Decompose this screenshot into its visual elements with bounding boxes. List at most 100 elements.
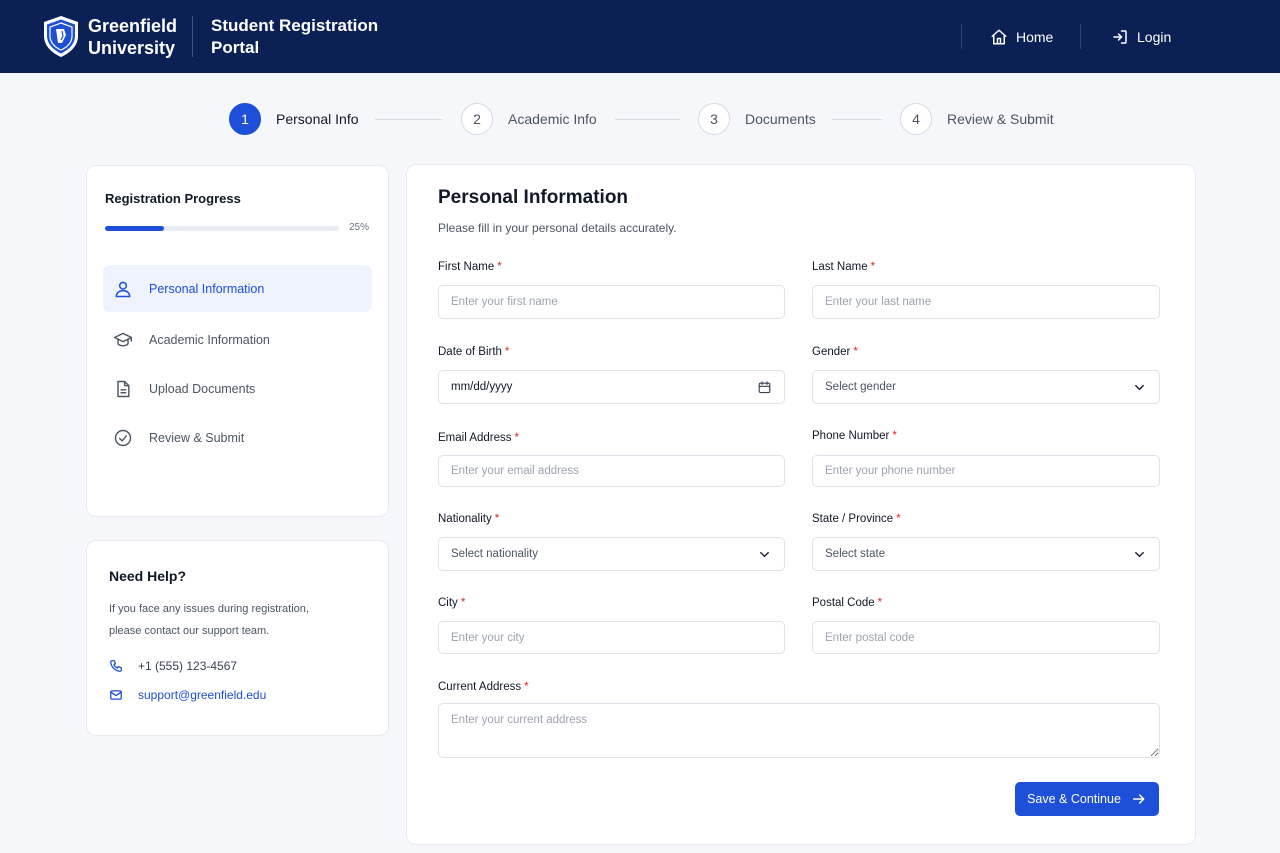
step-label: Academic Info bbox=[508, 111, 597, 127]
top-header: Greenfield University Student Registrati… bbox=[0, 0, 1280, 73]
postal-code-input[interactable] bbox=[825, 631, 1147, 644]
required-mark: * bbox=[877, 597, 883, 609]
arrow-right-icon bbox=[1132, 794, 1145, 804]
step-connector bbox=[375, 119, 442, 120]
first-name-field[interactable] bbox=[438, 285, 785, 319]
step-connector bbox=[615, 119, 680, 120]
first-name-label: First Name * bbox=[438, 261, 502, 273]
gender-label: Gender * bbox=[812, 346, 858, 358]
support-email-link[interactable]: support@greenfield.edu bbox=[109, 688, 266, 702]
nav-divider bbox=[1080, 24, 1081, 49]
state-select[interactable]: Select state bbox=[812, 537, 1160, 571]
sidebar-item-label: Review & Submit bbox=[149, 430, 245, 445]
chevron-down-icon bbox=[760, 551, 769, 557]
last-name-field[interactable] bbox=[812, 285, 1160, 319]
required-mark: * bbox=[460, 597, 466, 609]
support-phone[interactable]: +1 (555) 123-4567 bbox=[109, 659, 237, 673]
step-number: 2 bbox=[461, 103, 493, 135]
document-icon bbox=[117, 380, 130, 397]
last-name-input[interactable] bbox=[825, 296, 1147, 308]
step-number: 1 bbox=[229, 103, 261, 135]
required-mark: * bbox=[514, 432, 519, 444]
sidebar-item-review-submit[interactable]: Review & Submit bbox=[103, 414, 372, 461]
sidebar-item-label: Personal Information bbox=[149, 281, 265, 296]
brand-line-1: Greenfield bbox=[88, 16, 178, 36]
email-label: Email Address * bbox=[438, 432, 519, 444]
chevron-down-icon bbox=[1135, 551, 1144, 557]
header-divider bbox=[192, 16, 193, 57]
phone-label: Phone Number * bbox=[812, 430, 897, 442]
progress-bar bbox=[105, 226, 339, 231]
graduation-cap-icon bbox=[113, 332, 133, 347]
required-mark: * bbox=[853, 346, 858, 358]
dob-label: Date of Birth * bbox=[438, 346, 510, 358]
save-continue-button[interactable]: Save & Continue bbox=[1015, 782, 1159, 816]
chevron-down-icon bbox=[1135, 384, 1144, 390]
step-academic-info[interactable]: 2 Academic Info bbox=[461, 103, 597, 135]
required-mark: * bbox=[896, 513, 901, 525]
address-textarea[interactable] bbox=[438, 703, 1160, 758]
login-link-label: Login bbox=[1137, 29, 1172, 45]
help-text-line: If you face any issues during registrati… bbox=[109, 603, 309, 615]
city-field[interactable] bbox=[438, 621, 785, 654]
help-card: Need Help? If you face any issues during… bbox=[86, 540, 389, 736]
step-number: 4 bbox=[900, 103, 932, 135]
progress-title: Registration Progress bbox=[105, 191, 241, 206]
nationality-select-value: Select nationality bbox=[451, 548, 538, 560]
mail-icon bbox=[110, 690, 122, 700]
home-icon bbox=[991, 29, 1007, 45]
sidebar-item-upload-documents[interactable]: Upload Documents bbox=[103, 365, 372, 412]
postal-code-label: Postal Code * bbox=[812, 597, 883, 609]
support-email-text: support@greenfield.edu bbox=[138, 688, 267, 702]
step-review-submit[interactable]: 4 Review & Submit bbox=[900, 103, 1054, 135]
sidebar-item-academic-information[interactable]: Academic Information bbox=[103, 316, 372, 363]
step-connector bbox=[832, 119, 882, 120]
gender-select[interactable]: Select gender bbox=[812, 370, 1160, 404]
phone-icon bbox=[110, 660, 122, 672]
help-text-line: please contact our support team. bbox=[109, 625, 270, 637]
portal-line-1: Student Registration bbox=[211, 16, 379, 35]
required-mark: * bbox=[497, 261, 502, 273]
calendar-icon[interactable] bbox=[757, 380, 772, 395]
email-field[interactable] bbox=[438, 455, 785, 487]
step-number: 3 bbox=[698, 103, 730, 135]
step-label: Documents bbox=[745, 111, 816, 127]
home-link[interactable]: Home bbox=[990, 26, 1053, 48]
city-label: City * bbox=[438, 597, 466, 609]
required-mark: * bbox=[524, 681, 529, 693]
phone-input[interactable] bbox=[825, 465, 1147, 477]
university-shield-logo-icon bbox=[44, 16, 78, 57]
nav-divider bbox=[961, 24, 962, 49]
postal-code-field[interactable] bbox=[812, 621, 1160, 654]
phone-field[interactable] bbox=[812, 455, 1160, 487]
form-subtitle: Please fill in your personal details acc… bbox=[438, 221, 677, 235]
city-input[interactable] bbox=[451, 631, 772, 644]
registration-progress-card: Registration Progress 25% Personal Infor… bbox=[86, 165, 389, 517]
email-input[interactable] bbox=[451, 465, 772, 477]
login-link[interactable]: Login bbox=[1111, 26, 1171, 48]
first-name-input[interactable] bbox=[451, 296, 772, 308]
step-personal-info[interactable]: 1 Personal Info bbox=[229, 103, 359, 135]
required-mark: * bbox=[504, 346, 510, 358]
nationality-select[interactable]: Select nationality bbox=[438, 537, 785, 571]
sidebar-item-label: Academic Information bbox=[149, 332, 270, 347]
personal-information-form: Personal Information Please fill in your… bbox=[406, 164, 1196, 845]
home-link-label: Home bbox=[1016, 29, 1054, 45]
progress-bar-fill bbox=[105, 226, 164, 231]
help-text: If you face any issues during registrati… bbox=[109, 598, 349, 642]
support-phone-text: +1 (555) 123-4567 bbox=[138, 659, 238, 673]
step-documents[interactable]: 3 Documents bbox=[698, 103, 816, 135]
user-icon bbox=[115, 281, 131, 297]
check-circle-icon bbox=[114, 429, 132, 446]
portal-line-2: Portal bbox=[211, 38, 260, 57]
form-title: Personal Information bbox=[438, 187, 629, 208]
portal-name: Student Registration Portal bbox=[211, 15, 378, 59]
required-mark: * bbox=[494, 513, 500, 525]
help-title: Need Help? bbox=[109, 568, 187, 584]
dob-field[interactable]: mm/dd/yyyy bbox=[438, 370, 785, 404]
sidebar-item-label: Upload Documents bbox=[149, 381, 256, 396]
dob-input[interactable]: mm/dd/yyyy bbox=[451, 381, 757, 393]
sidebar-item-personal-information[interactable]: Personal Information bbox=[103, 265, 372, 312]
progress-percent: 25% bbox=[349, 222, 370, 233]
gender-select-value: Select gender bbox=[825, 381, 896, 393]
